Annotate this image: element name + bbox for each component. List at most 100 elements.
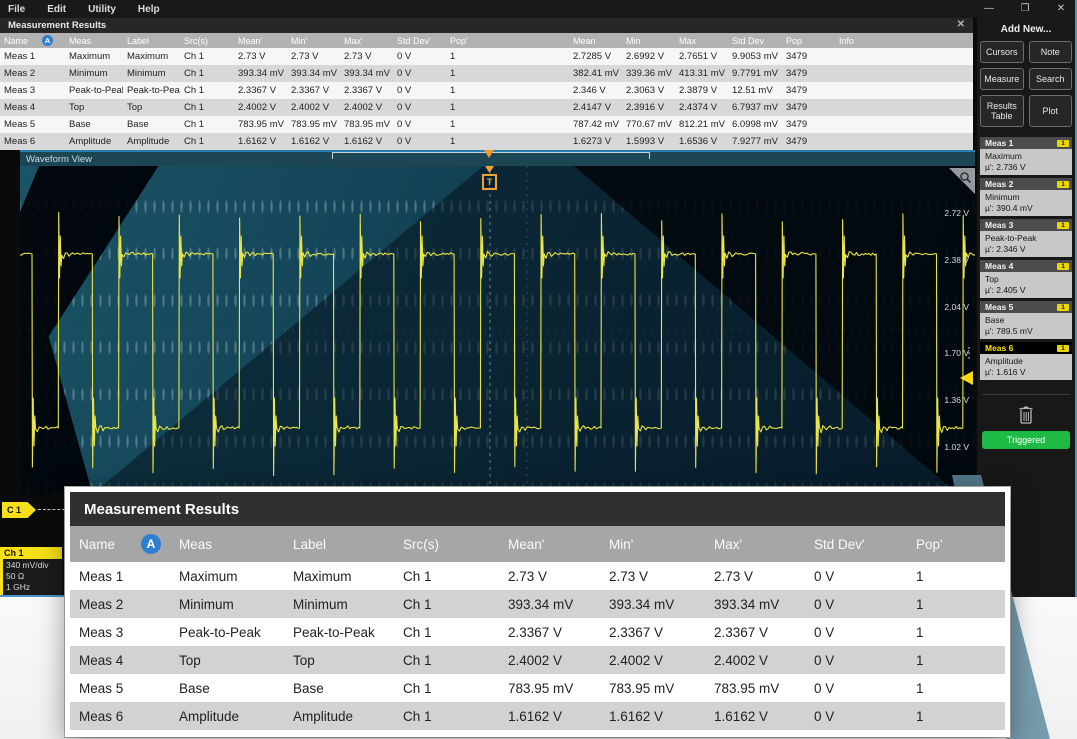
meas-card-value: µ': 2.405 V [985,285,1067,296]
meas-card-4[interactable]: Meas 41Topµ': 2.405 V [980,260,1072,298]
meas-card-3[interactable]: Meas 31Peak-to-Peakµ': 2.346 V [980,219,1072,257]
results-column-header: NameAMeasLabelSrc(s)Mean'Min'Max'Std Dev… [0,33,973,48]
column-header-label[interactable]: Label [123,36,180,46]
meas-card-title: Meas 4 [985,261,1013,271]
cell-max: 413.31 mV [675,68,728,79]
meas-card-1[interactable]: Meas 11Maximumµ': 2.736 V [980,137,1072,175]
overlay-column-mean: Mean' [499,537,600,552]
cell-pop: 3479 [782,102,835,113]
cell-max_p: 393.34 mV [340,68,393,79]
results-row-4[interactable]: Meas 4TopTopCh 12.4002 V2.4002 V2.4002 V… [0,99,973,116]
meas-card-title: Meas 3 [985,220,1013,230]
cell-meas: Base [65,119,123,130]
cell-name: Meas 2 [0,68,65,79]
meas-card-value: µ': 1.616 V [985,367,1067,378]
panel-splitter-handle[interactable] [968,347,972,359]
sidebar-button-measure[interactable]: Measure [980,68,1024,90]
cell-pop_p: 1 [446,51,499,62]
column-header-name[interactable]: NameA [0,35,65,46]
overlay-cell-std_p: 0 V [805,681,907,696]
cell-min_p: 783.95 mV [287,119,340,130]
maximize-button[interactable]: ❐ [1017,0,1033,18]
overlay-row-2: Meas 2MinimumMinimumCh 1393.34 mV393.34 … [70,590,1005,618]
overlay-cell-pop_p: 1 [907,597,1005,612]
results-row-2[interactable]: Meas 2MinimumMinimumCh 1393.34 mV393.34 … [0,65,973,82]
meas-card-5[interactable]: Meas 51Baseµ': 789.5 mV [980,301,1072,339]
overlay-cell-src: Ch 1 [394,625,499,640]
cell-std: 9.7791 mV [728,68,782,79]
column-header-all-max[interactable]: Max [675,36,728,46]
cell-mean_p: 2.73 V [234,51,287,62]
cell-label: Top [123,102,180,113]
overlay-cell-meas: Minimum [170,597,284,612]
trash-button[interactable] [980,401,1072,431]
measurement-cards: Meas 11Maximumµ': 2.736 VMeas 21Minimumµ… [980,137,1072,380]
sort-badge-icon[interactable]: A [42,35,53,46]
column-header-max[interactable]: Max' [340,36,393,46]
waveform-graticule[interactable] [20,166,975,494]
source-badge: 1 [1057,345,1069,352]
channel1-level-tag[interactable]: C 1 [2,502,36,518]
menu-item-utility[interactable]: Utility [88,4,116,15]
column-header-min[interactable]: Min' [287,36,340,46]
meas-card-6[interactable]: Meas 61Amplitudeµ': 1.616 V [980,342,1072,380]
overlay-cell-max_p: 1.6162 V [705,709,805,724]
meas-card-value: µ': 2.736 V [985,162,1067,173]
column-header-all-stddev[interactable]: Std Dev [728,36,782,46]
column-header-mean[interactable]: Mean' [234,36,287,46]
cell-name: Meas 3 [0,85,65,96]
sidebar-button-note[interactable]: Note [1029,41,1073,63]
sidebar-button-results-table[interactable]: Results Table [980,95,1024,127]
close-button[interactable]: ✕ [1053,0,1069,18]
trigger-marker[interactable]: T [482,174,497,190]
overlay-cell-name: Meas 3 [70,625,170,640]
channel1-badge[interactable]: Ch 1 340 mV/div 50 Ω 1 GHz [0,547,62,595]
menu-item-help[interactable]: Help [138,4,160,15]
cell-pop_p: 1 [446,102,499,113]
column-header-all-pop[interactable]: Pop [782,36,835,46]
overlay-cell-std_p: 0 V [805,625,907,640]
source-badge: 1 [1057,304,1069,311]
column-header-meas[interactable]: Meas [65,36,123,46]
column-header-srcs[interactable]: Src(s) [180,36,234,46]
column-header-stddev[interactable]: Std Dev' [393,36,446,46]
results-row-3[interactable]: Meas 3Peak-to-PeakPeak-to-PeakCh 12.3367… [0,82,973,99]
cell-mean: 2.346 V [569,85,622,96]
column-header-pop[interactable]: Pop' [446,36,499,46]
overlay-row-6: Meas 6AmplitudeAmplitudeCh 11.6162 V1.61… [70,702,1005,730]
column-header-all-info[interactable]: Info [835,36,973,46]
results-close-icon[interactable]: ✕ [957,19,965,30]
meas-card-header: Meas 51 [980,301,1072,313]
overlay-column-srcs: Src(s) [394,537,499,552]
cell-label: Amplitude [123,136,180,147]
overlay-cell-pop_p: 1 [907,709,1005,724]
column-header-all-mean[interactable]: Mean [569,36,622,46]
results-row-6[interactable]: Meas 6AmplitudeAmplitudeCh 11.6162 V1.61… [0,133,973,150]
menu-item-edit[interactable]: Edit [47,4,66,15]
meas-card-type: Minimum [985,192,1067,203]
results-row-1[interactable]: Meas 1MaximumMaximumCh 12.73 V2.73 V2.73… [0,48,973,65]
overlay-row-4: Meas 4TopTopCh 12.4002 V2.4002 V2.4002 V… [70,646,1005,674]
meas-card-body: Minimumµ': 390.4 mV [980,190,1072,216]
cell-label: Minimum [123,68,180,79]
sidebar-button-cursors[interactable]: Cursors [980,41,1024,63]
overlay-cell-name: Meas 5 [70,681,170,696]
minimize-button[interactable]: — [981,0,997,18]
cell-std: 9.9053 mV [728,51,782,62]
cell-pop: 3479 [782,68,835,79]
cell-pop: 3479 [782,136,835,147]
overlay-cell-label: Amplitude [284,709,394,724]
menu-item-file[interactable]: File [8,4,25,15]
overlay-column-label: Label [284,537,394,552]
overlay-cell-src: Ch 1 [394,653,499,668]
sidebar-button-plot[interactable]: Plot [1029,95,1073,127]
meas-card-2[interactable]: Meas 21Minimumµ': 390.4 mV [980,178,1072,216]
cell-std: 12.51 mV [728,85,782,96]
overlay-cell-min_p: 2.73 V [600,569,705,584]
column-header-all-min[interactable]: Min [622,36,675,46]
overlay-column-meas: Meas [170,537,284,552]
sidebar-button-search[interactable]: Search [1029,68,1073,90]
cell-pop_p: 1 [446,85,499,96]
results-row-5[interactable]: Meas 5BaseBaseCh 1783.95 mV783.95 mV783.… [0,116,973,133]
channel1-badge-body: 340 mV/div 50 Ω 1 GHz [0,559,62,595]
